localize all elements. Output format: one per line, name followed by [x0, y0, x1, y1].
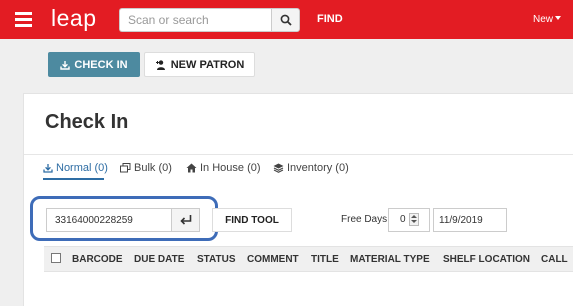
free-days-spinner[interactable] — [409, 213, 419, 226]
column-header-shelf-location[interactable]: SHELF LOCATION — [443, 254, 530, 265]
date-input[interactable] — [433, 208, 507, 232]
column-header-due-date[interactable]: DUE DATE — [134, 254, 184, 265]
spin-up-icon[interactable] — [411, 215, 417, 218]
search-icon — [280, 14, 292, 26]
select-all-checkbox[interactable] — [51, 253, 61, 263]
add-user-icon — [155, 59, 165, 70]
tab-bulk[interactable]: Bulk (0) — [120, 162, 172, 174]
tab-normal[interactable]: Normal (0) — [43, 162, 108, 174]
search-button[interactable] — [271, 8, 300, 32]
check-in-button[interactable]: CHECK IN — [48, 52, 140, 77]
tab-inventory[interactable]: Inventory (0) — [273, 162, 349, 174]
new-dropdown-label: New — [533, 14, 554, 25]
layers-icon — [273, 163, 284, 173]
check-in-button-label: CHECK IN — [74, 58, 128, 71]
enter-icon — [180, 215, 192, 225]
column-header-call[interactable]: CALL — [541, 254, 568, 265]
tab-bulk-label: Bulk (0) — [134, 162, 172, 174]
free-days-label: Free Days — [341, 214, 388, 225]
barcode-input[interactable] — [46, 208, 172, 232]
download-icon — [60, 60, 71, 70]
divider — [24, 154, 573, 155]
page-title: Check In — [45, 111, 129, 133]
tab-inventory-label: Inventory (0) — [287, 162, 349, 174]
hamburger-menu-icon[interactable] — [15, 12, 32, 27]
column-header-barcode[interactable]: BARCODE — [72, 254, 123, 265]
tab-in-house[interactable]: In House (0) — [186, 162, 261, 174]
find-tool-button[interactable]: FIND TOOL — [212, 208, 292, 232]
find-link[interactable]: FIND — [317, 13, 343, 25]
spin-down-icon[interactable] — [411, 220, 417, 223]
tab-normal-label: Normal (0) — [56, 162, 108, 174]
caret-down-icon — [555, 16, 562, 20]
search-input[interactable] — [119, 8, 272, 32]
app-logo[interactable]: leap — [51, 5, 96, 32]
new-patron-button[interactable]: NEW PATRON — [144, 52, 255, 77]
column-header-status[interactable]: STATUS — [197, 254, 236, 265]
active-tab-indicator — [43, 178, 104, 180]
column-header-material-type[interactable]: MATERIAL TYPE — [350, 254, 430, 265]
submit-barcode-button[interactable] — [171, 208, 200, 232]
new-patron-button-label: NEW PATRON — [170, 58, 245, 71]
column-header-title[interactable]: TITLE — [311, 254, 339, 265]
new-dropdown[interactable]: New — [533, 14, 562, 25]
home-icon — [186, 163, 197, 173]
download-icon — [43, 164, 53, 173]
top-navigation-bar: leap FIND New — [0, 0, 573, 39]
tab-in-house-label: In House (0) — [200, 162, 261, 174]
stack-icon — [120, 163, 131, 173]
column-header-comment[interactable]: COMMENT — [247, 254, 299, 265]
